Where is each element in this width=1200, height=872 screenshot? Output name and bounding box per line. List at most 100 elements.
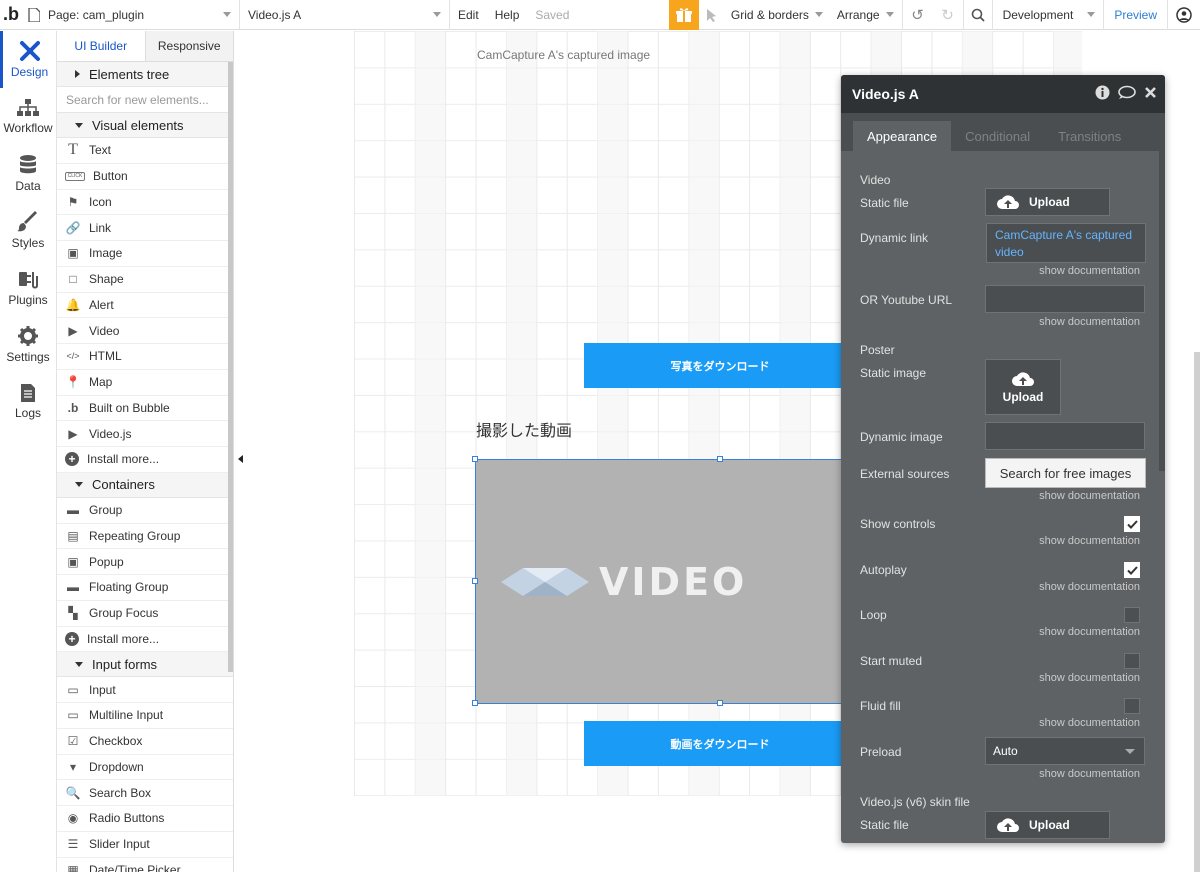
show-controls-checkbox[interactable] — [1124, 516, 1140, 532]
photo-download-button[interactable]: 写真をダウンロード — [584, 343, 856, 388]
show-documentation-link[interactable]: show documentation — [1039, 626, 1140, 638]
nav-workflow[interactable]: Workflow — [0, 88, 56, 145]
tab-responsive[interactable]: Responsive — [144, 31, 233, 61]
edit-menu[interactable]: Edit — [450, 0, 487, 30]
tab-conditional[interactable]: Conditional — [951, 121, 1044, 151]
dynamic-image-input[interactable] — [985, 422, 1145, 450]
palette-item[interactable]: + Install more... — [57, 447, 233, 473]
palette-item[interactable]: ☑ Checkbox — [57, 729, 233, 755]
videojs-element[interactable]: VIDEO — [472, 456, 855, 706]
input-forms-header[interactable]: Input forms — [57, 652, 233, 678]
nav-data[interactable]: Data — [0, 145, 56, 202]
redo-icon[interactable]: ↻ — [933, 6, 963, 24]
fluid-fill-checkbox[interactable] — [1124, 698, 1140, 714]
element-search-input[interactable]: Search for new elements... — [57, 87, 233, 113]
palette-item[interactable]: ▶ Video — [57, 318, 233, 344]
palette-item[interactable]: ▶ Video.js — [57, 421, 233, 447]
palette-item[interactable]: ▬ Floating Group — [57, 575, 233, 601]
nav-styles[interactable]: Styles — [0, 202, 56, 259]
tab-transitions[interactable]: Transitions — [1044, 121, 1135, 151]
palette-item[interactable]: □ Shape — [57, 267, 233, 293]
palette-item[interactable]: ▣ Image — [57, 241, 233, 267]
palette-item[interactable]: + Install more... — [57, 627, 233, 653]
palette-item[interactable]: ▬ Group — [57, 498, 233, 524]
page-selector[interactable]: Page: cam_plugin — [22, 0, 240, 30]
gift-icon[interactable] — [668, 0, 699, 30]
palette-item[interactable]: ☰ Slider Input — [57, 832, 233, 858]
show-documentation-link[interactable]: show documentation — [1039, 316, 1140, 328]
preload-dropdown[interactable]: Auto — [985, 737, 1145, 765]
loop-checkbox[interactable] — [1124, 607, 1140, 623]
visual-elements-header[interactable]: Visual elements — [57, 113, 233, 138]
elements-tree-header[interactable]: Elements tree — [57, 62, 233, 87]
palette-item[interactable]: </> HTML — [57, 344, 233, 370]
help-menu[interactable]: Help — [487, 0, 528, 30]
palette-item[interactable]: ▤ Repeating Group — [57, 524, 233, 550]
element-selector[interactable]: Video.js A — [240, 0, 450, 30]
dynamic-link-field[interactable]: CamCapture A's captured video — [986, 223, 1146, 263]
palette-item[interactable]: ▭ Multiline Input — [57, 703, 233, 729]
arrange-menu[interactable]: Arrange — [831, 0, 903, 30]
canvas-scrollbar[interactable] — [1194, 352, 1200, 872]
video-download-button[interactable]: 動画をダウンロード — [584, 721, 856, 766]
show-documentation-link[interactable]: show documentation — [1039, 672, 1140, 684]
palette-item[interactable]: 🔔 Alert — [57, 293, 233, 319]
skin-upload-button[interactable]: Upload — [985, 811, 1110, 839]
search-icon[interactable] — [962, 0, 993, 30]
poster-upload-button[interactable]: Upload — [985, 359, 1061, 415]
tab-ui-builder[interactable]: UI Builder — [57, 31, 145, 61]
video-heading[interactable]: 撮影した動画 — [476, 417, 572, 441]
resize-handle[interactable] — [717, 700, 723, 706]
close-icon[interactable] — [1144, 86, 1157, 99]
palette-item[interactable]: CLICK Button — [57, 164, 233, 190]
undo-icon[interactable]: ↺ — [903, 6, 933, 24]
resize-handle[interactable] — [717, 456, 723, 462]
info-icon[interactable] — [1095, 85, 1110, 100]
resize-handle[interactable] — [472, 456, 478, 462]
show-documentation-link[interactable]: show documentation — [1039, 265, 1140, 277]
search-free-images-button[interactable]: Search for free images — [985, 458, 1146, 488]
start-muted-checkbox[interactable] — [1124, 653, 1140, 669]
canvas-image-caption[interactable]: CamCapture A's captured image — [477, 48, 650, 62]
palette-item[interactable]: T Text — [57, 138, 233, 164]
preview-link[interactable]: Preview — [1104, 0, 1168, 30]
show-documentation-link[interactable]: show documentation — [1039, 535, 1140, 547]
environment-selector[interactable]: Development — [993, 0, 1105, 30]
show-documentation-link[interactable]: show documentation — [1039, 717, 1140, 729]
autoplay-checkbox[interactable] — [1124, 562, 1140, 578]
user-icon[interactable] — [1168, 6, 1200, 23]
youtube-url-input[interactable] — [985, 285, 1145, 313]
palette-item[interactable]: ▭ Input — [57, 677, 233, 703]
palette-item[interactable]: 🔍 Search Box — [57, 780, 233, 806]
resize-handle[interactable] — [472, 578, 478, 584]
palette-item[interactable]: ▣ Popup — [57, 549, 233, 575]
nav-settings[interactable]: Settings — [0, 316, 56, 373]
video-upload-button[interactable]: Upload — [985, 188, 1110, 216]
show-documentation-link[interactable]: show documentation — [1039, 581, 1140, 593]
palette-item[interactable]: ⚑ Icon — [57, 190, 233, 216]
palette-scrollbar[interactable] — [228, 62, 233, 672]
tab-appearance[interactable]: Appearance — [853, 121, 952, 151]
palette-item[interactable]: ▾ Dropdown — [57, 755, 233, 781]
palette-item[interactable]: ▦ Date/Time Picker — [57, 858, 233, 872]
property-editor-header[interactable]: Video.js A — [841, 75, 1165, 113]
palette-item[interactable]: 🔗 Link — [57, 215, 233, 241]
palette-item[interactable]: ▚ Group Focus — [57, 601, 233, 627]
show-documentation-link[interactable]: show documentation — [1039, 490, 1140, 502]
nav-logs[interactable]: Logs — [0, 373, 56, 430]
grid-borders-menu[interactable]: Grid & borders — [725, 0, 831, 30]
nav-plugins[interactable]: Plugins — [0, 259, 56, 316]
element-type-icon: ▣ — [67, 554, 79, 569]
containers-header[interactable]: Containers — [57, 472, 233, 498]
property-scrollbar[interactable] — [1159, 151, 1165, 471]
comment-icon[interactable] — [1118, 85, 1136, 100]
show-documentation-link[interactable]: show documentation — [1039, 768, 1140, 780]
bubble-logo[interactable]: .b — [0, 0, 22, 30]
pointer-icon[interactable] — [699, 8, 725, 22]
nav-design[interactable]: Design — [0, 31, 56, 88]
palette-item[interactable]: .b Built on Bubble — [57, 396, 233, 422]
palette-item[interactable]: ◉ Radio Buttons — [57, 806, 233, 832]
resize-handle[interactable] — [472, 700, 478, 706]
palette-item[interactable]: 📍 Map — [57, 370, 233, 396]
collapse-palette-icon[interactable] — [238, 455, 243, 463]
